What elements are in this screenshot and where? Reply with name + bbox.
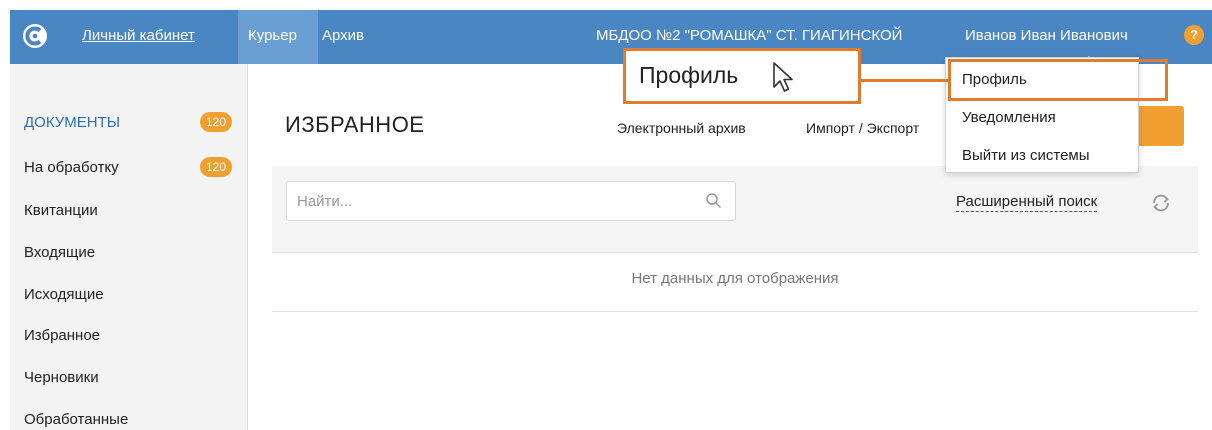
mouse-cursor-icon (773, 62, 793, 92)
sidebar-item-documents[interactable]: ДОКУМЕНТЫ (24, 114, 120, 131)
sidebar-item-to-process[interactable]: На обработку (24, 159, 119, 176)
callout-label: Профиль (639, 62, 739, 88)
sidebar-item-incoming[interactable]: Входящие (24, 244, 95, 261)
nav-archive[interactable]: Архив (322, 27, 364, 44)
menu-item-notifications[interactable]: Уведомления (962, 109, 1056, 126)
callout-box: Профиль (623, 48, 861, 104)
empty-state-message: Нет данных для отображения (631, 270, 839, 287)
search-icon[interactable] (705, 192, 723, 210)
refresh-icon[interactable] (1148, 190, 1174, 216)
sidebar-item-outgoing[interactable]: Исходящие (24, 286, 104, 303)
advanced-search-link[interactable]: Расширенный поиск (956, 193, 1098, 212)
sidebar-item-receipts[interactable]: Квитанции (24, 202, 98, 219)
user-menu-button[interactable]: Иванов Иван Иванович (965, 27, 1128, 44)
electronic-archive-link[interactable]: Электронный архив (617, 120, 746, 136)
profile-highlight-frame (948, 59, 1168, 101)
sidebar-item-favorites[interactable]: Избранное (24, 327, 100, 344)
organization-name[interactable]: МБДОО №2 "РОМАШКА" СТ. ГИАГИНСКОЙ (596, 27, 902, 44)
search-input[interactable]: Найти... (286, 181, 736, 221)
nav-personal-cabinet[interactable]: Личный кабинет (82, 27, 195, 44)
help-icon[interactable]: ? (1184, 25, 1204, 45)
callout-connector-line (861, 79, 948, 82)
top-bar: Личный кабинет Курьер Архив МБДОО №2 "РО… (10, 10, 1212, 64)
sidebar-item-processed[interactable]: Обработанные (24, 411, 128, 428)
divider (272, 252, 1198, 253)
import-export-link[interactable]: Импорт / Экспорт (806, 120, 919, 136)
app-logo-icon[interactable] (23, 24, 47, 48)
to-process-count-badge: 120 (200, 157, 232, 177)
divider (272, 311, 1198, 312)
page-title: ИЗБРАННОЕ (285, 112, 425, 137)
menu-item-logout[interactable]: Выйти из системы (962, 147, 1090, 164)
documents-count-badge: 120 (200, 112, 232, 132)
search-placeholder: Найти... (297, 193, 353, 210)
sidebar: ДОКУМЕНТЫ 120 На обработку 120 Квитанции… (10, 64, 248, 430)
sidebar-item-drafts[interactable]: Черновики (24, 369, 99, 386)
nav-courier[interactable]: Курьер (248, 27, 297, 44)
